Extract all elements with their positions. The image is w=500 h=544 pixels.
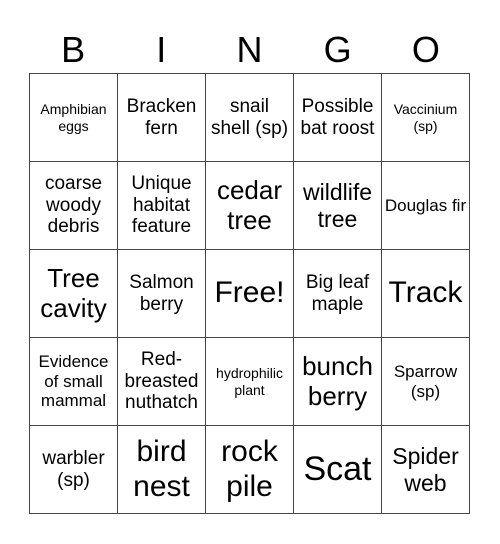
- header-letter-i: I: [156, 29, 167, 70]
- header-letter-o: O: [411, 29, 440, 70]
- bingo-cell[interactable]: Spider web: [382, 426, 470, 514]
- bingo-cell[interactable]: warbler (sp): [30, 426, 118, 514]
- bingo-cell[interactable]: Vaccinium (sp): [382, 74, 470, 162]
- header-letter-g: G: [323, 29, 352, 70]
- bingo-cell[interactable]: Big leaf maple: [294, 250, 382, 338]
- bingo-cell[interactable]: Evidence of small mammal: [30, 338, 118, 426]
- bingo-cell[interactable]: bird nest: [118, 426, 206, 514]
- bingo-cell[interactable]: Amphibian eggs: [30, 74, 118, 162]
- bingo-cell[interactable]: rock pile: [206, 426, 294, 514]
- bingo-cell[interactable]: Track: [382, 250, 470, 338]
- bingo-cell[interactable]: wildlife tree: [294, 162, 382, 250]
- bingo-grid: Amphibian eggs Bracken fern snail shell …: [29, 73, 470, 514]
- bingo-cell[interactable]: Douglas fir: [382, 162, 470, 250]
- bingo-cell[interactable]: Bracken fern: [118, 74, 206, 162]
- bingo-cell[interactable]: Scat: [294, 426, 382, 514]
- header-letter-n: N: [236, 29, 263, 70]
- bingo-cell[interactable]: coarse woody debris: [30, 162, 118, 250]
- bingo-cell[interactable]: Red-breasted nuthatch: [118, 338, 206, 426]
- bingo-cell[interactable]: bunch berry: [294, 338, 382, 426]
- bingo-cell[interactable]: Sparrow (sp): [382, 338, 470, 426]
- bingo-cell[interactable]: cedar tree: [206, 162, 294, 250]
- bingo-cell[interactable]: snail shell (sp): [206, 74, 294, 162]
- bingo-cell[interactable]: hydrophilic plant: [206, 338, 294, 426]
- free-space-cell[interactable]: Free!: [206, 250, 294, 338]
- bingo-cell[interactable]: Tree cavity: [30, 250, 118, 338]
- header-letter-b: B: [61, 29, 86, 70]
- bingo-cell[interactable]: Unique habitat feature: [118, 162, 206, 250]
- bingo-header: B I N G O: [29, 26, 470, 73]
- bingo-cell[interactable]: Salmon berry: [118, 250, 206, 338]
- bingo-cell[interactable]: Possible bat roost: [294, 74, 382, 162]
